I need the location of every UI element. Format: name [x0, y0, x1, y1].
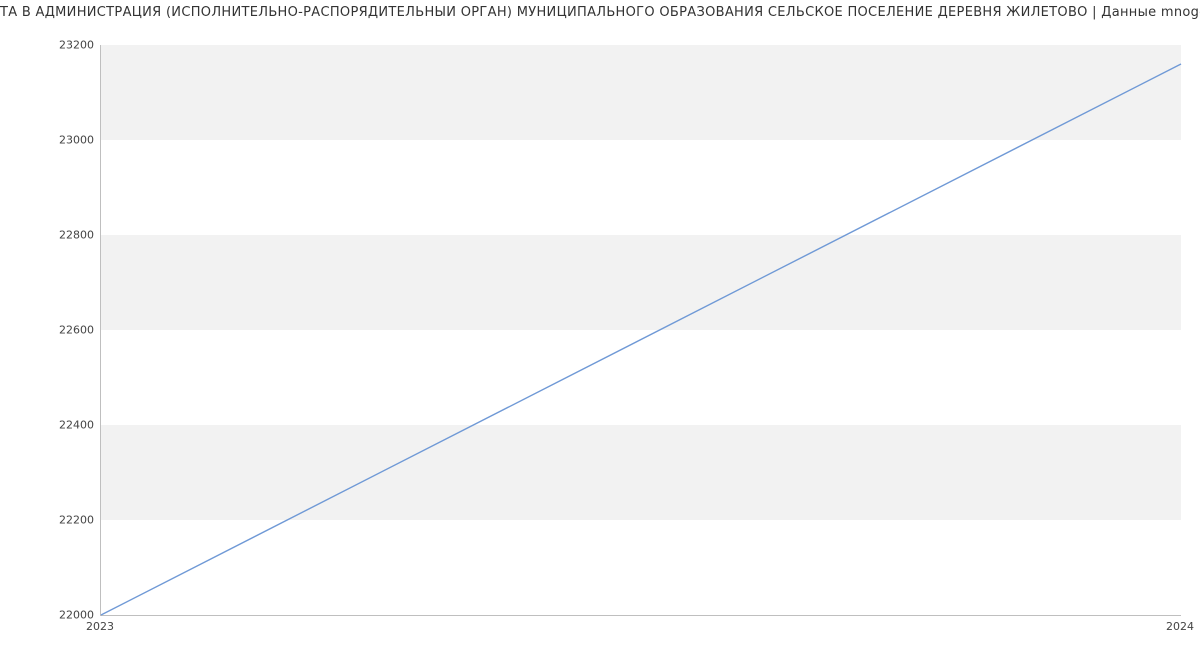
chart-title: ТА В АДМИНИСТРАЦИЯ (ИСПОЛНИТЕЛЬНО-РАСПОР…	[0, 5, 1200, 20]
plot-area	[100, 45, 1181, 616]
x-tick-label: 2024	[1166, 620, 1194, 633]
y-tick-label: 22400	[34, 419, 94, 432]
line-layer	[101, 45, 1181, 615]
y-tick-label: 22800	[34, 229, 94, 242]
y-tick-label: 23200	[34, 39, 94, 52]
data-series-line	[101, 64, 1181, 615]
y-tick-label: 22000	[34, 609, 94, 622]
x-tick-label: 2023	[86, 620, 114, 633]
y-tick-label: 22600	[34, 324, 94, 337]
y-tick-label: 22200	[34, 514, 94, 527]
y-tick-label: 23000	[34, 134, 94, 147]
